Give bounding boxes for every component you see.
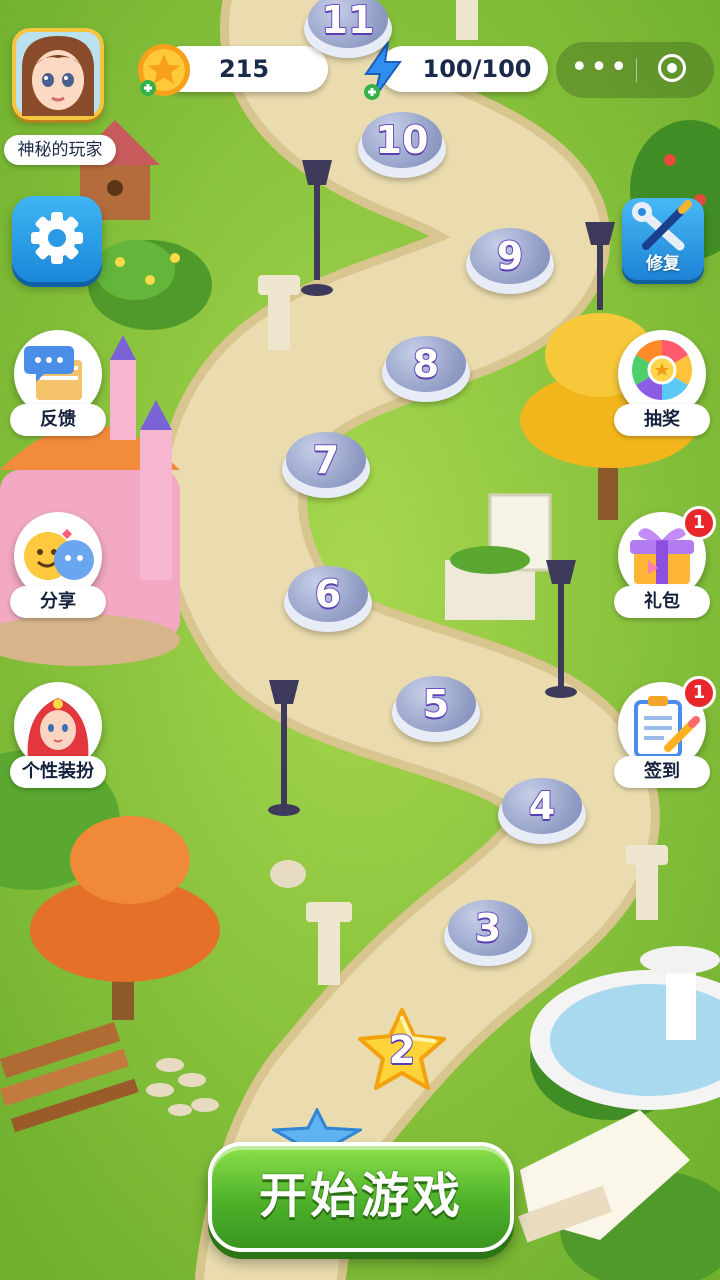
coin-count: 215 [218,55,270,83]
level-number: 8 [412,341,440,387]
energy-count: 100/100 [422,55,532,83]
repair-button[interactable]: 修复 [622,198,704,280]
level-number: 7 [312,437,340,483]
check-in-button[interactable]: 签到 1 [614,676,716,790]
close-target-icon[interactable] [658,54,686,82]
level-node-4[interactable]: 4 [498,778,586,844]
share-label: 分享 [10,586,106,618]
player-avatar[interactable] [12,28,104,120]
level-node-10[interactable]: 10 [358,112,446,178]
more-options-icon[interactable]: ••• [570,48,630,92]
gift-pack-notification-badge: 1 [682,506,716,540]
level-node-7[interactable]: 7 [282,432,370,498]
repair-label: 修复 [646,254,680,274]
level-node-9[interactable]: 9 [466,228,554,294]
level-number: 4 [528,783,556,829]
level-number: 6 [314,571,342,617]
girl-avatar-icon [16,32,100,116]
check-in-label: 签到 [614,756,710,788]
level-number: 11 [321,0,376,43]
level-node-3[interactable]: 3 [444,900,532,966]
gear-icon [31,212,83,264]
feedback-label: 反馈 [10,404,106,436]
share-button[interactable]: 分享 [10,512,106,620]
level-number: 5 [422,681,450,727]
lottery-label: 抽奖 [614,404,710,436]
level-number: 10 [375,117,430,163]
gift-pack-label: 礼包 [614,586,710,618]
level-number: 2 [388,1027,416,1073]
level-node-2-current[interactable]: 2 [354,1004,450,1096]
gift-pack-button[interactable]: 礼包 1 [614,506,716,620]
level-node-5[interactable]: 5 [392,676,480,742]
dress-up-label: 个性装扮 [10,756,106,788]
level-node-11[interactable]: 11 [304,0,392,58]
level-node-6[interactable]: 6 [284,566,372,632]
menu-capsule: ••• [556,42,714,98]
player-name: 神秘的玩家 [4,135,116,165]
dress-up-button[interactable]: 个性装扮 [10,682,106,790]
settings-button[interactable] [12,196,102,282]
lottery-button[interactable]: 抽奖 [614,330,710,438]
level-number: 9 [496,233,524,279]
capsule-divider [636,58,637,82]
start-game-button[interactable]: 开始游戏 [208,1142,514,1252]
check-in-notification-badge: 1 [682,676,716,710]
level-node-8[interactable]: 8 [382,336,470,402]
coin-star-icon[interactable] [136,42,192,98]
feedback-button[interactable]: 反馈 [10,330,106,438]
level-number: 3 [474,905,502,951]
